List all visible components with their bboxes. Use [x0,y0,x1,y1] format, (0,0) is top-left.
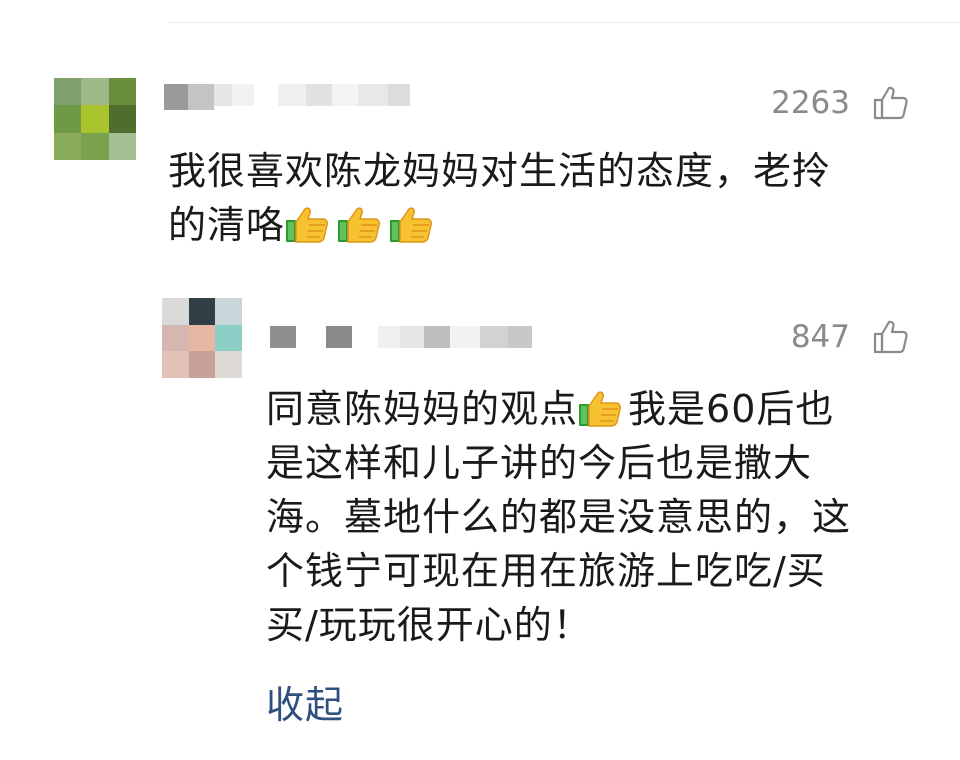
comment-line-with-emoji: 的清咯 [168,198,898,252]
reply-line: 买/玩玩很开心的！ [266,603,592,647]
reply-text: 同意陈妈妈的观点 我是60后也 是这样和儿子讲的今后也是撒大 海。墓地什么的都是没… [266,382,906,652]
like-count: 2263 [771,85,850,121]
replier-avatar[interactable] [162,298,242,378]
comment-text: 我很喜欢陈龙妈妈对生活的态度，老拎 的清咯 [168,144,898,252]
reply-line: 是这样和儿子讲的今后也是撒大 [266,441,813,485]
thumb-up-outline-icon[interactable] [872,84,910,122]
thumbs-up-icon [579,391,622,427]
like-count: 847 [790,319,850,355]
reply-line: 个钱宁可现在用在旅游上吃吃/买 [266,549,826,593]
replier-username-blurred[interactable] [270,326,532,348]
reply-line-with-emoji: 同意陈妈妈的观点 我是60后也 [266,382,906,436]
reply-line: 海。墓地什么的都是没意思的，这 [266,495,852,539]
reply-text-part: 同意陈妈妈的观点 [266,387,579,431]
commenter-username-blurred[interactable] [164,84,410,110]
collapse-link[interactable]: 收起 [266,678,344,732]
thumbs-up-icon [286,207,329,243]
comment-line-text: 的清咯 [168,203,286,247]
comment-line: 我很喜欢陈龙妈妈对生活的态度，老拎 [168,149,832,193]
thumbs-up-icon [338,207,381,243]
thumbs-up-icon [390,207,433,243]
commenter-avatar[interactable] [54,78,136,160]
top-divider [168,22,960,23]
thumb-up-outline-icon[interactable] [872,318,910,356]
reply-text-part: 我是60后也 [628,387,835,431]
